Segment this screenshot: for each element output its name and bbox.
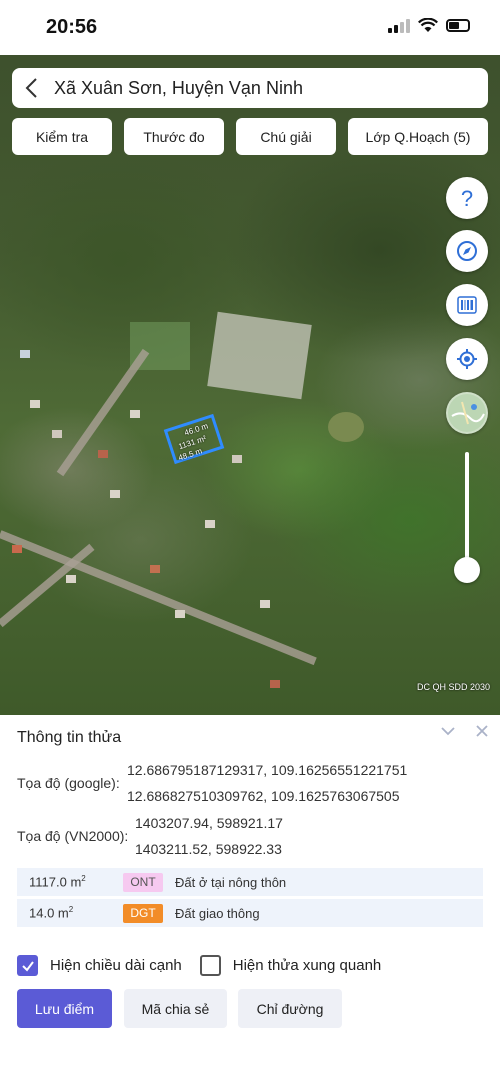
vn2000-coord-value: 1403207.94, 598921.17 xyxy=(135,815,283,831)
rooftop xyxy=(260,600,270,608)
land-use-code-badge: ONT xyxy=(123,872,163,892)
land-use-code-badge: DGT xyxy=(123,903,163,923)
edge-lengths-label: Hiện chiều dài cạnh xyxy=(50,957,182,974)
share-code-button[interactable]: Mã chia sẻ xyxy=(124,989,227,1028)
map-toolbar: Kiểm tra Thước đo Chú giải Lớp Q.Hoạch (… xyxy=(12,118,488,155)
google-coords-label: Tọa độ (google): xyxy=(17,775,120,791)
status-bar: 20:56 xyxy=(0,0,500,55)
panel-title: Thông tin thửa xyxy=(17,729,122,746)
vn2000-coords-label: Tọa độ (VN2000): xyxy=(17,828,129,844)
locate-icon xyxy=(457,349,477,369)
google-coord-value: 12.686795187129317, 109.16256551221751 xyxy=(127,762,408,778)
rooftop xyxy=(130,410,140,418)
svg-text:?: ? xyxy=(461,186,473,210)
compass-icon xyxy=(457,241,477,261)
wifi-icon xyxy=(418,18,438,32)
zoom-slider-track[interactable] xyxy=(465,452,469,570)
directions-button[interactable]: Chỉ đường xyxy=(238,989,342,1028)
rooftop xyxy=(232,455,242,463)
rooftop xyxy=(66,575,76,583)
ruler-button[interactable]: Thước đo xyxy=(124,118,224,155)
collapse-chevron-icon[interactable] xyxy=(440,723,456,739)
neighbors-checkbox[interactable] xyxy=(199,955,221,976)
land-use-description: Đất giao thông xyxy=(175,905,260,921)
back-arrow-icon[interactable] xyxy=(24,77,38,99)
farm-field xyxy=(207,311,312,400)
pond xyxy=(328,412,364,442)
neighbors-label: Hiện thửa xung quanh xyxy=(232,957,382,974)
compass-button[interactable] xyxy=(446,230,488,272)
battery-icon xyxy=(446,19,470,32)
basemap-icon xyxy=(448,394,486,432)
help-icon: ? xyxy=(461,186,473,210)
my-location-button[interactable] xyxy=(446,338,488,380)
checkmark-icon xyxy=(21,960,34,972)
close-icon[interactable] xyxy=(474,723,490,739)
status-time: 20:56 xyxy=(46,16,98,38)
show-edge-lengths-option[interactable]: Hiện chiều dài cạnh Hiện thửa xung quanh xyxy=(17,955,381,976)
rooftop xyxy=(30,400,40,408)
rooftop xyxy=(150,565,160,573)
land-use-description: Đất ở tại nông thôn xyxy=(175,874,287,890)
location-search-bar[interactable]: Xã Xuân Sơn, Huyện Vạn Ninh xyxy=(12,68,488,108)
rooftop xyxy=(270,680,280,688)
rooftop xyxy=(20,350,30,358)
layer-watermark: DC QH SDD 2030 xyxy=(416,682,490,692)
rooftop xyxy=(175,610,185,618)
status-icons xyxy=(388,18,470,33)
planning-layer-button[interactable]: Lớp Q.Hoạch (5) xyxy=(348,118,488,155)
land-use-area: 1117.0 m2 xyxy=(29,874,86,890)
road xyxy=(0,530,317,666)
google-coord-value: 12.686827510309762, 109.1625763067505 xyxy=(127,788,400,804)
rooftop xyxy=(12,545,22,553)
land-use-row: 14.0 m2 DGT Đất giao thông xyxy=(17,899,483,927)
rooftop xyxy=(98,450,108,458)
land-use-area: 14.0 m2 xyxy=(29,905,74,921)
help-button[interactable]: ? xyxy=(446,177,488,219)
rooftop xyxy=(110,490,120,498)
basemap-button[interactable] xyxy=(446,392,488,434)
vn2000-coord-value: 1403211.52, 598922.33 xyxy=(135,841,282,857)
edge-lengths-checkbox[interactable] xyxy=(17,955,38,976)
check-button[interactable]: Kiểm tra xyxy=(12,118,112,155)
rooftop xyxy=(52,430,62,438)
barcode-button[interactable] xyxy=(446,284,488,326)
cellular-signal-icon xyxy=(388,18,410,33)
barcode-icon xyxy=(457,296,477,314)
panel-actions xyxy=(440,723,490,739)
parcel-info-panel: Thông tin thửa Tọa độ (google): 12.68679… xyxy=(0,715,500,1080)
location-title: Xã Xuân Sơn, Huyện Vạn Ninh xyxy=(54,77,303,98)
rooftop xyxy=(205,520,215,528)
zoom-slider-thumb[interactable] xyxy=(454,557,480,583)
legend-button[interactable]: Chú giải xyxy=(236,118,336,155)
save-point-button[interactable]: Lưu điểm xyxy=(17,989,112,1028)
land-use-row: 1117.0 m2 ONT Đất ở tại nông thôn xyxy=(17,868,483,896)
